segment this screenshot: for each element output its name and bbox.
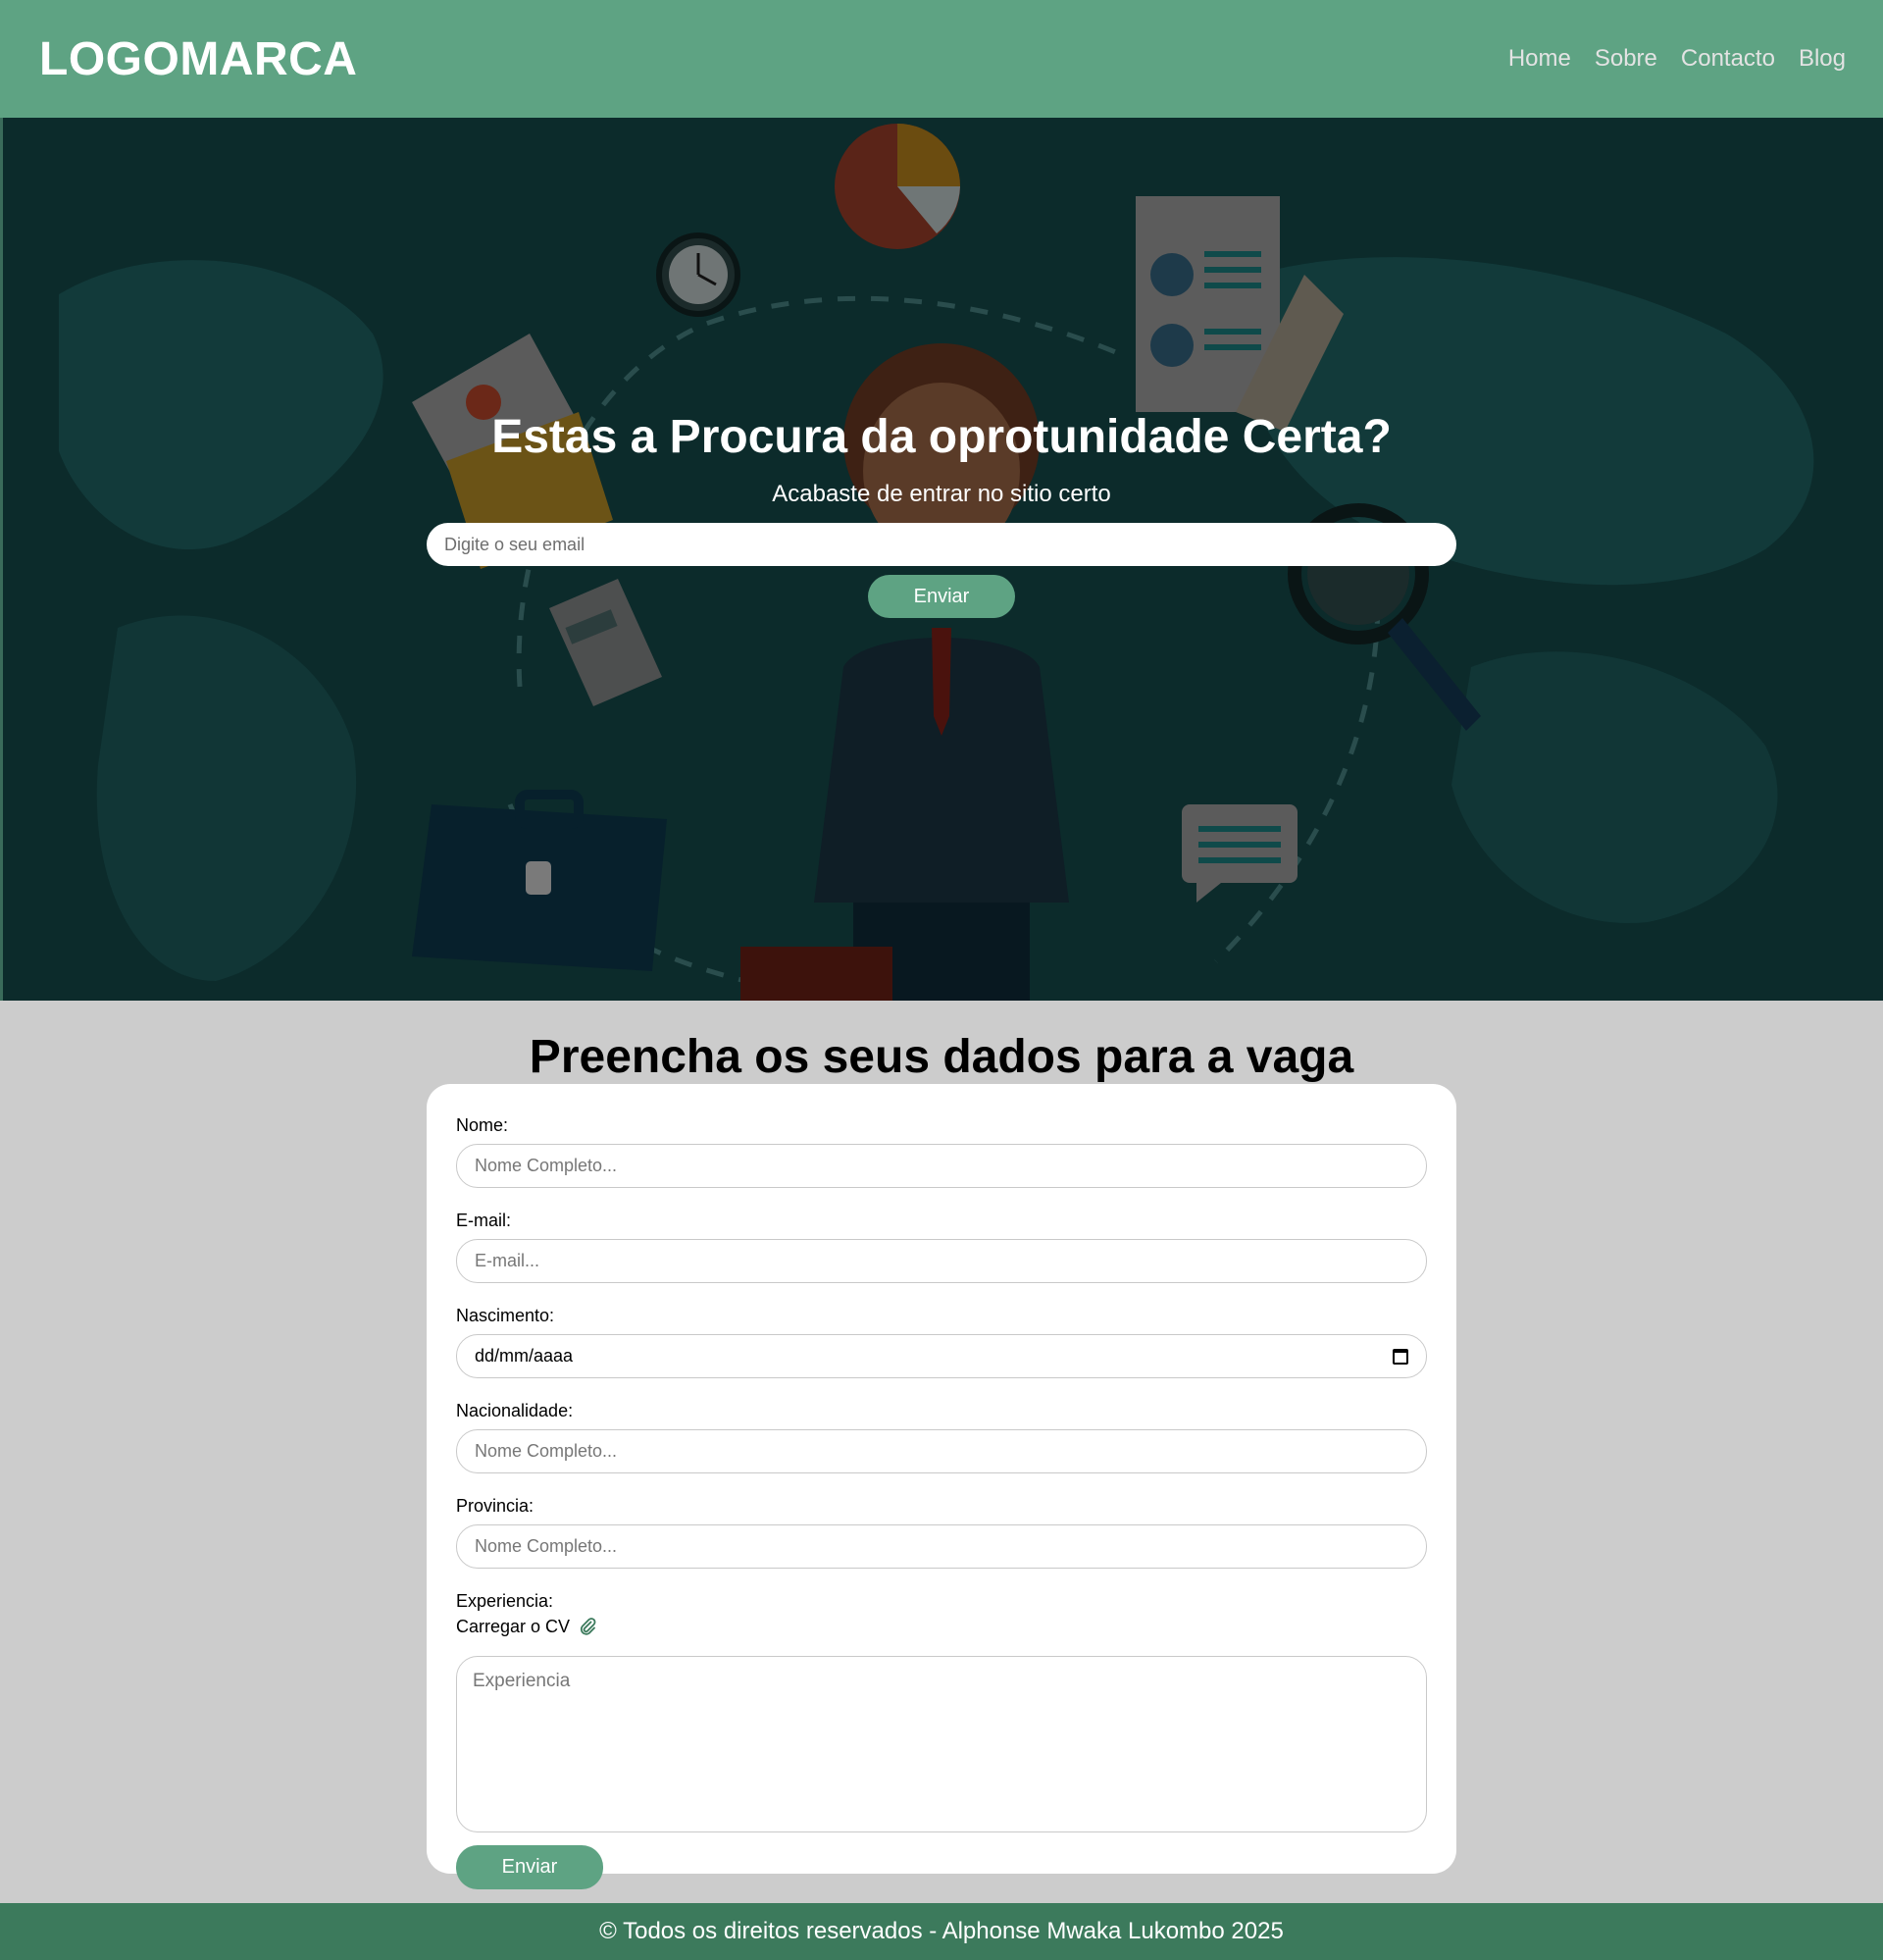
nascimento-date-value: dd/mm/aaaa [475, 1346, 574, 1366]
application-form-card: Nome: E-mail: Nascimento: dd/mm/aaaa Nac… [427, 1084, 1456, 1889]
hero-submit-button[interactable]: Enviar [868, 575, 1015, 618]
nav-contacto[interactable]: Contacto [1681, 45, 1775, 73]
nav-blog[interactable]: Blog [1799, 45, 1846, 73]
hero-subtitle: Acabaste de entrar no sitio certo [772, 481, 1111, 507]
logo[interactable]: LOGOMARCA [39, 32, 357, 86]
hero-email-input[interactable] [427, 523, 1456, 566]
nacionalidade-label: Nacionalidade: [456, 1401, 574, 1420]
application-section: Preencha os seus dados para a vaga Nome:… [0, 1001, 1883, 1903]
hero-content: Estas a Procura da oprotunidade Certa? A… [0, 118, 1883, 1001]
footer-copyright: © Todos os direitos reservados - Alphons… [599, 1918, 1284, 1944]
nascimento-date-input[interactable]: dd/mm/aaaa [456, 1334, 1427, 1378]
nome-label: Nome: [456, 1115, 509, 1135]
nacionalidade-input[interactable] [456, 1429, 1427, 1473]
nome-input[interactable] [456, 1144, 1427, 1188]
provincia-input[interactable] [456, 1524, 1427, 1569]
nav-home[interactable]: Home [1508, 45, 1571, 73]
cv-upload[interactable]: Carregar o CV [456, 1615, 1427, 1638]
form-title: Preencha os seus dados para a vaga [529, 1031, 1354, 1083]
experiencia-label: Experiencia: [456, 1591, 554, 1611]
main-nav: Home Sobre Contacto Blog [1508, 45, 1846, 73]
site-footer: © Todos os direitos reservados - Alphons… [0, 1903, 1883, 1960]
paperclip-icon[interactable] [578, 1617, 597, 1636]
email-label: E-mail: [456, 1211, 512, 1230]
hero-title: Estas a Procura da oprotunidade Certa? [491, 411, 1392, 463]
hero-section: Estas a Procura da oprotunidade Certa? A… [0, 118, 1883, 1001]
cv-upload-label[interactable]: Carregar o CV [456, 1617, 570, 1637]
experiencia-textarea[interactable] [456, 1656, 1427, 1832]
calendar-icon[interactable] [1393, 1348, 1408, 1365]
nascimento-label: Nascimento: [456, 1306, 555, 1325]
nav-sobre[interactable]: Sobre [1595, 45, 1657, 73]
form-submit-button[interactable]: Enviar [456, 1845, 603, 1889]
provincia-label: Provincia: [456, 1496, 534, 1516]
email-input[interactable] [456, 1239, 1427, 1283]
site-header: LOGOMARCA Home Sobre Contacto Blog [0, 0, 1883, 118]
